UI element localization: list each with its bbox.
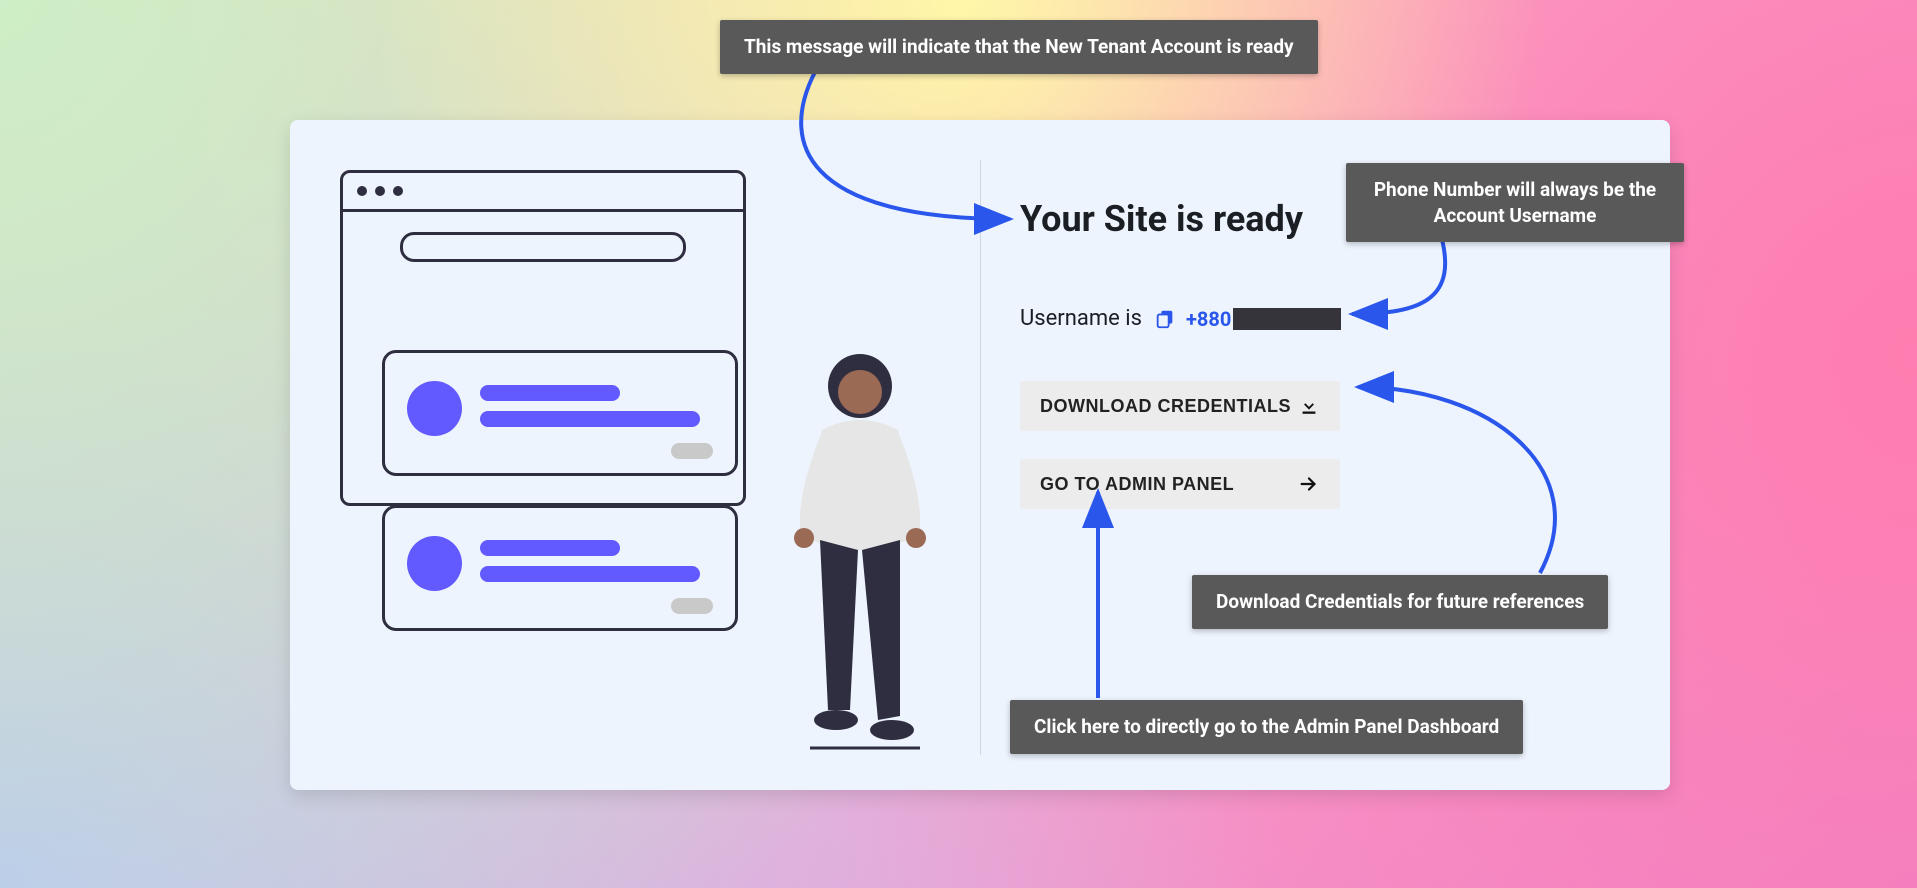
go-to-admin-button[interactable]: GO TO ADMIN PANEL (1020, 459, 1340, 509)
username-prefix: +880 (1186, 307, 1231, 331)
callout-download: Download Credentials for future referenc… (1192, 575, 1608, 629)
callout-phone-text: Phone Number will always be the Account … (1374, 178, 1656, 227)
download-credentials-label: DOWNLOAD CREDENTIALS (1040, 396, 1291, 417)
content-tile (382, 505, 738, 631)
person-illustration (780, 350, 940, 755)
callout-admin-text: Click here to directly go to the Admin P… (1034, 715, 1499, 738)
callout-ready: This message will indicate that the New … (720, 20, 1318, 74)
placeholder-line (480, 566, 700, 582)
callout-download-text: Download Credentials for future referenc… (1216, 590, 1584, 613)
window-dot-icon (393, 186, 403, 196)
placeholder-pill (671, 443, 713, 459)
stage: This message will indicate that the New … (0, 0, 1917, 888)
placeholder-line (480, 540, 620, 556)
go-to-admin-label: GO TO ADMIN PANEL (1040, 474, 1234, 495)
download-credentials-button[interactable]: DOWNLOAD CREDENTIALS (1020, 381, 1340, 431)
callout-admin: Click here to directly go to the Admin P… (1010, 700, 1523, 754)
download-icon (1298, 395, 1320, 417)
placeholder-pill (671, 598, 713, 614)
browser-titlebar (343, 173, 743, 212)
arrow-right-icon (1298, 473, 1320, 495)
callout-ready-text: This message will indicate that the New … (744, 35, 1294, 58)
card-divider (980, 160, 981, 755)
placeholder-line (480, 411, 700, 427)
copy-icon[interactable] (1154, 308, 1176, 330)
person-icon (780, 350, 940, 755)
username-redacted (1233, 308, 1341, 330)
window-dot-icon (375, 186, 385, 196)
illustration (340, 170, 940, 730)
placeholder-line (480, 385, 620, 401)
username-label: Username is (1020, 306, 1142, 331)
avatar-icon (407, 381, 462, 436)
callout-phone: Phone Number will always be the Account … (1346, 163, 1684, 242)
window-dot-icon (357, 186, 367, 196)
right-panel: Your Site is ready Username is +880 DOWN… (1020, 198, 1620, 509)
browser-url-bar (400, 232, 686, 262)
username-row: Username is +880 (1020, 306, 1620, 331)
avatar-icon (407, 536, 462, 591)
content-tile (382, 350, 738, 476)
